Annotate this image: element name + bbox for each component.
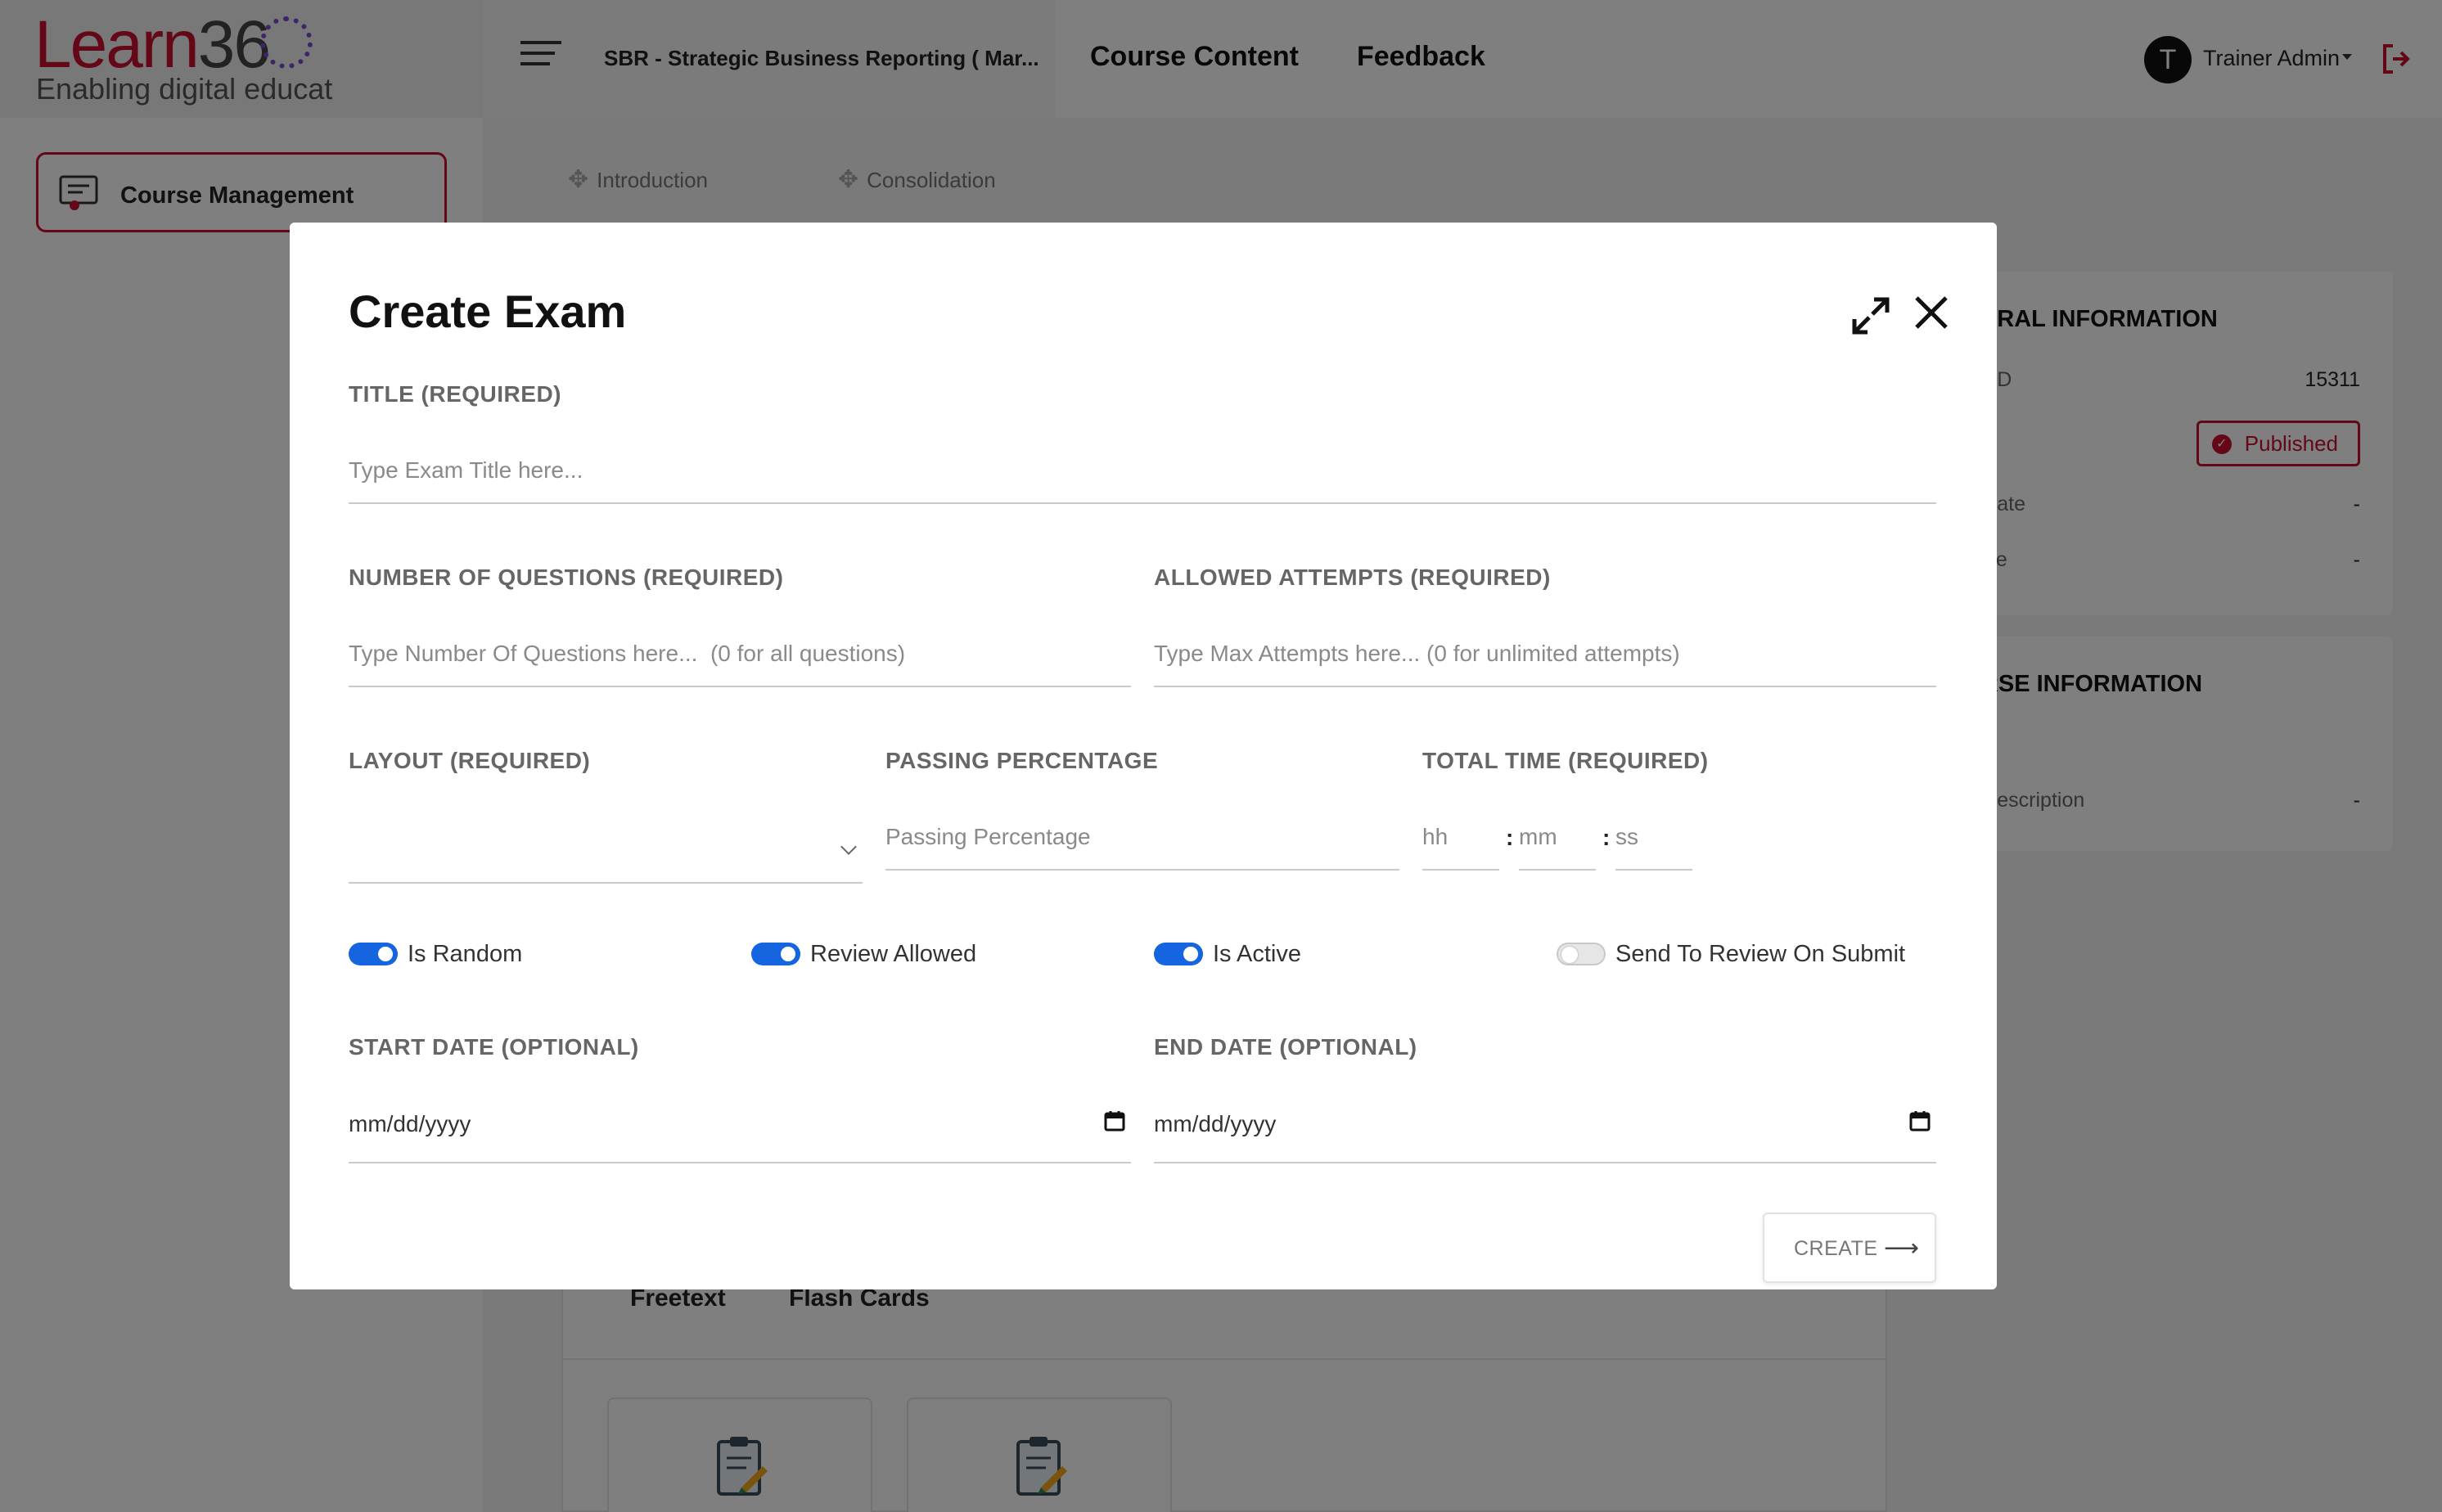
start-date-input[interactable]: mm/dd/yyyy [349,1091,1131,1163]
time-separator: : [1602,825,1611,850]
close-icon[interactable] [1912,293,1951,332]
total-time-label: TOTAL TIME (REQUIRED) [1422,748,1709,773]
review-allowed-label: Review Allowed [810,941,977,967]
time-separator: : [1506,825,1514,850]
review-allowed-toggle[interactable] [751,943,800,965]
create-button-label: CREATE [1794,1237,1878,1260]
exam-title-input[interactable] [349,439,1936,504]
attempts-label: ALLOWED ATTEMPTS (REQUIRED) [1154,565,1551,590]
title-label: TITLE (REQUIRED) [349,381,561,407]
num-questions-input[interactable] [349,622,1131,687]
calendar-icon[interactable] [1908,1109,1931,1132]
date-placeholder: mm/dd/yyyy [1154,1111,1277,1136]
layout-select[interactable] [349,808,863,884]
is-active-toggle[interactable] [1154,943,1203,965]
time-hours-input[interactable] [1422,805,1499,871]
create-button[interactable]: CREATE ⟶ [1763,1213,1936,1283]
max-attempts-input[interactable] [1154,622,1936,687]
is-active-label: Is Active [1213,941,1301,967]
end-date-label: END DATE (OPTIONAL) [1154,1034,1417,1060]
send-to-review-label: Send To Review On Submit [1615,941,1906,967]
calendar-icon[interactable] [1103,1109,1126,1132]
send-to-review-toggle[interactable] [1557,943,1606,965]
chevron-down-icon [840,839,857,855]
end-date-input[interactable]: mm/dd/yyyy [1154,1091,1936,1163]
num-questions-label: NUMBER OF QUESTIONS (REQUIRED) [349,565,784,590]
is-random-label: Is Random [408,941,523,967]
time-minutes-input[interactable] [1519,805,1596,871]
passing-percentage-input[interactable] [885,805,1399,871]
expand-icon[interactable] [1851,296,1890,335]
time-seconds-input[interactable] [1615,805,1692,871]
is-random-toggle[interactable] [349,943,398,965]
layout-label: LAYOUT (REQUIRED) [349,748,591,773]
arrow-right-icon: ⟶ [1884,1235,1920,1262]
create-exam-modal: Create Exam TITLE (REQUIRED) NUMBER OF Q… [290,223,1997,1289]
start-date-label: START DATE (OPTIONAL) [349,1034,639,1060]
modal-title: Create Exam [349,286,627,337]
passing-percentage-label: PASSING PERCENTAGE [885,748,1159,773]
date-placeholder: mm/dd/yyyy [349,1111,471,1136]
